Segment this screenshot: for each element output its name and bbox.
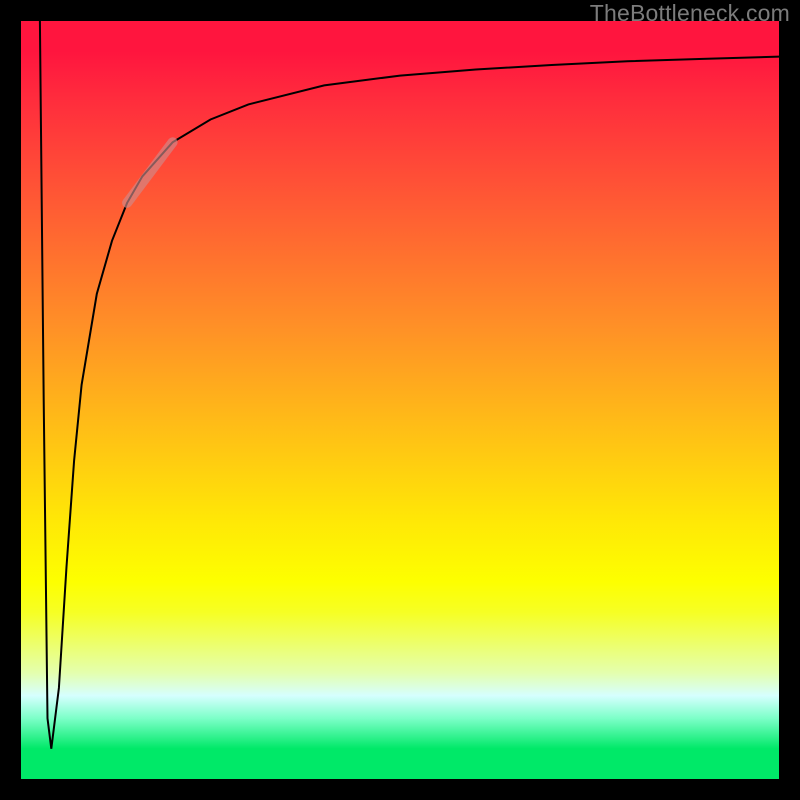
chart-frame: TheBottleneck.com [0, 0, 800, 800]
plot-area [21, 21, 779, 779]
watermark-label: TheBottleneck.com [590, 0, 790, 27]
